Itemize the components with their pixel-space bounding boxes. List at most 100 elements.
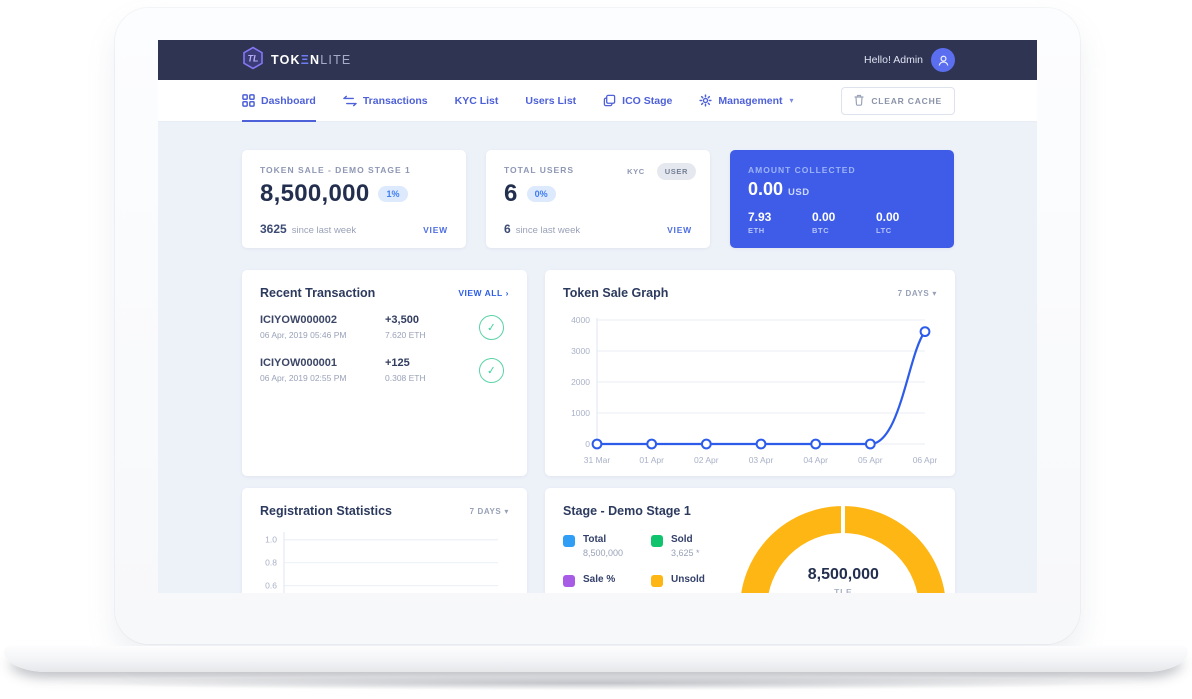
token-sale-label: TOKEN SALE - DEMO STAGE 1: [260, 165, 448, 175]
token-sale-card: TOKEN SALE - DEMO STAGE 1 8,500,000 1% 3…: [242, 150, 466, 248]
transaction-row[interactable]: ICIYOW000002 06 Apr, 2019 05:46 PM +3,50…: [260, 314, 509, 340]
greeting-text: Hello! Admin: [864, 54, 923, 66]
ltc-value: 0.00: [876, 210, 940, 224]
svg-text:3000: 3000: [571, 346, 590, 356]
brand-part-2: N: [310, 53, 320, 67]
transaction-row[interactable]: ICIYOW000001 06 Apr, 2019 02:55 PM +125 …: [260, 357, 509, 383]
nav-label: Users List: [525, 95, 576, 107]
tx-date: 06 Apr, 2019 05:46 PM: [260, 330, 385, 340]
user-menu[interactable]: Hello! Admin: [864, 48, 955, 72]
tx-ref: ICIYOW000002: [260, 314, 385, 326]
tx-date: 06 Apr, 2019 02:55 PM: [260, 373, 385, 383]
registration-chart: 1.00.80.6: [242, 518, 527, 593]
brand-part-1: TOK: [271, 53, 301, 67]
token-sale-view-link[interactable]: VIEW: [423, 225, 448, 235]
svg-text:05 Apr: 05 Apr: [858, 455, 883, 465]
total-users-delta: 6: [504, 222, 511, 236]
main-nav: Dashboard Transactions KYC List Users: [158, 80, 1037, 122]
svg-text:01 Apr: 01 Apr: [639, 455, 664, 465]
token-sale-delta: 3625: [260, 222, 287, 236]
nav-item-ico-stage[interactable]: ICO Stage: [603, 80, 672, 122]
tx-eth: 7.620 ETH: [385, 330, 479, 340]
legend-swatch-sold: [651, 535, 663, 547]
btc-unit: BTC: [812, 226, 876, 235]
nav-item-management[interactable]: Management ▾: [699, 80, 793, 122]
token-sale-value: 8,500,000: [260, 180, 369, 208]
app-header: TL TOKΞNLITE Hello! Admin: [158, 40, 1037, 80]
clear-cache-button[interactable]: CLEAR CACHE: [841, 87, 955, 115]
token-sale-delta-caption: since last week: [292, 225, 356, 236]
token-sale-percent-badge: 1%: [378, 186, 407, 202]
eth-value: 7.93: [748, 210, 812, 224]
brand-hexagon-icon: TL: [242, 46, 264, 75]
avatar[interactable]: [931, 48, 955, 72]
legend-swatch-unsold: [651, 575, 663, 587]
svg-text:0.8: 0.8: [265, 558, 277, 568]
legend-label: Total: [583, 534, 623, 545]
btc-value: 0.00: [812, 210, 876, 224]
amount-collected-card: AMOUNT COLLECTED 0.00 USD 7.93 ETH 0.00 …: [730, 150, 954, 248]
tx-confirmed-check-icon: ✓: [478, 356, 505, 383]
amount-eth: 7.93 ETH: [748, 210, 812, 235]
nav-item-users-list[interactable]: Users List: [525, 80, 576, 122]
amount-ltc: 0.00 LTC: [876, 210, 940, 235]
svg-text:31 Mar: 31 Mar: [584, 455, 611, 465]
recent-transactions-title: Recent Transaction: [260, 286, 375, 300]
nav-label: Dashboard: [261, 95, 316, 107]
legend-label: Sold: [671, 534, 700, 545]
nav-label: Management: [718, 95, 782, 107]
recent-transactions-card: Recent Transaction VIEW ALL › ICIYOW0000…: [242, 270, 527, 476]
ltc-unit: LTC: [876, 226, 940, 235]
legend-value: 8,500,000: [583, 548, 623, 558]
range-dropdown[interactable]: 7 DAYS ▾: [470, 507, 509, 516]
chevron-down-icon: ▾: [790, 96, 794, 105]
arrow-right-icon: ›: [506, 288, 509, 298]
svg-text:2000: 2000: [571, 377, 590, 387]
kyc-toggle[interactable]: KYC: [619, 163, 653, 180]
svg-text:02 Apr: 02 Apr: [694, 455, 719, 465]
brand-part-3: LITE: [320, 53, 351, 67]
registration-statistics-card: Registration Statistics 7 DAYS ▾ 1.00.80…: [242, 488, 527, 593]
nav-item-kyc-list[interactable]: KYC List: [455, 80, 499, 122]
svg-text:0: 0: [585, 439, 590, 449]
nav-item-dashboard[interactable]: Dashboard: [242, 80, 316, 122]
grid-icon: [242, 94, 255, 107]
legend-swatch-total: [563, 535, 575, 547]
app-window: TL TOKΞNLITE Hello! Admin: [158, 40, 1037, 593]
total-users-value: 6: [504, 180, 518, 208]
range-dropdown[interactable]: 7 DAYS ▾: [898, 289, 937, 298]
swap-arrows-icon: [343, 95, 357, 107]
svg-text:TL: TL: [248, 53, 259, 63]
nav-label: ICO Stage: [622, 95, 672, 107]
chevron-down-icon: ▾: [932, 289, 937, 298]
person-icon: [937, 54, 950, 67]
total-users-delta-caption: since last week: [516, 225, 580, 236]
tx-ref: ICIYOW000001: [260, 357, 385, 369]
user-toggle[interactable]: USER: [657, 163, 696, 180]
trash-icon: [854, 94, 864, 108]
laptop-base: [4, 646, 1188, 672]
total-users-card: TOTAL USERS KYC USER 6 0% 6 since last w…: [486, 150, 710, 248]
svg-text:06 Apr: 06 Apr: [913, 455, 937, 465]
svg-text:1.0: 1.0: [265, 535, 277, 545]
total-users-view-link[interactable]: VIEW: [667, 225, 692, 235]
gear-icon: [699, 94, 712, 107]
gauge-center-unit: TLE: [740, 587, 946, 593]
view-all-link[interactable]: VIEW ALL ›: [458, 288, 509, 298]
cube-icon: [603, 94, 616, 107]
tx-amount: +125: [385, 357, 479, 369]
range-label: 7 DAYS: [470, 507, 502, 516]
stage-card: Stage - Demo Stage 1 Total 8,500,000: [545, 488, 955, 593]
nav-item-transactions[interactable]: Transactions: [343, 80, 428, 122]
brand-name: TOKΞNLITE: [271, 53, 351, 67]
amount-usd-unit: USD: [788, 187, 810, 198]
legend-swatch-sale-pct: [563, 575, 575, 587]
token-sale-graph-title: Token Sale Graph: [563, 286, 668, 300]
total-users-percent-badge: 0%: [527, 186, 556, 202]
clear-cache-label: CLEAR CACHE: [871, 96, 942, 106]
legend-item-total: Total 8,500,000: [563, 534, 651, 558]
stage-title: Stage - Demo Stage 1: [563, 504, 740, 518]
amount-usd-value: 0.00: [748, 179, 783, 200]
brand-logo[interactable]: TL TOKΞNLITE: [242, 46, 351, 75]
range-label: 7 DAYS: [898, 289, 930, 298]
